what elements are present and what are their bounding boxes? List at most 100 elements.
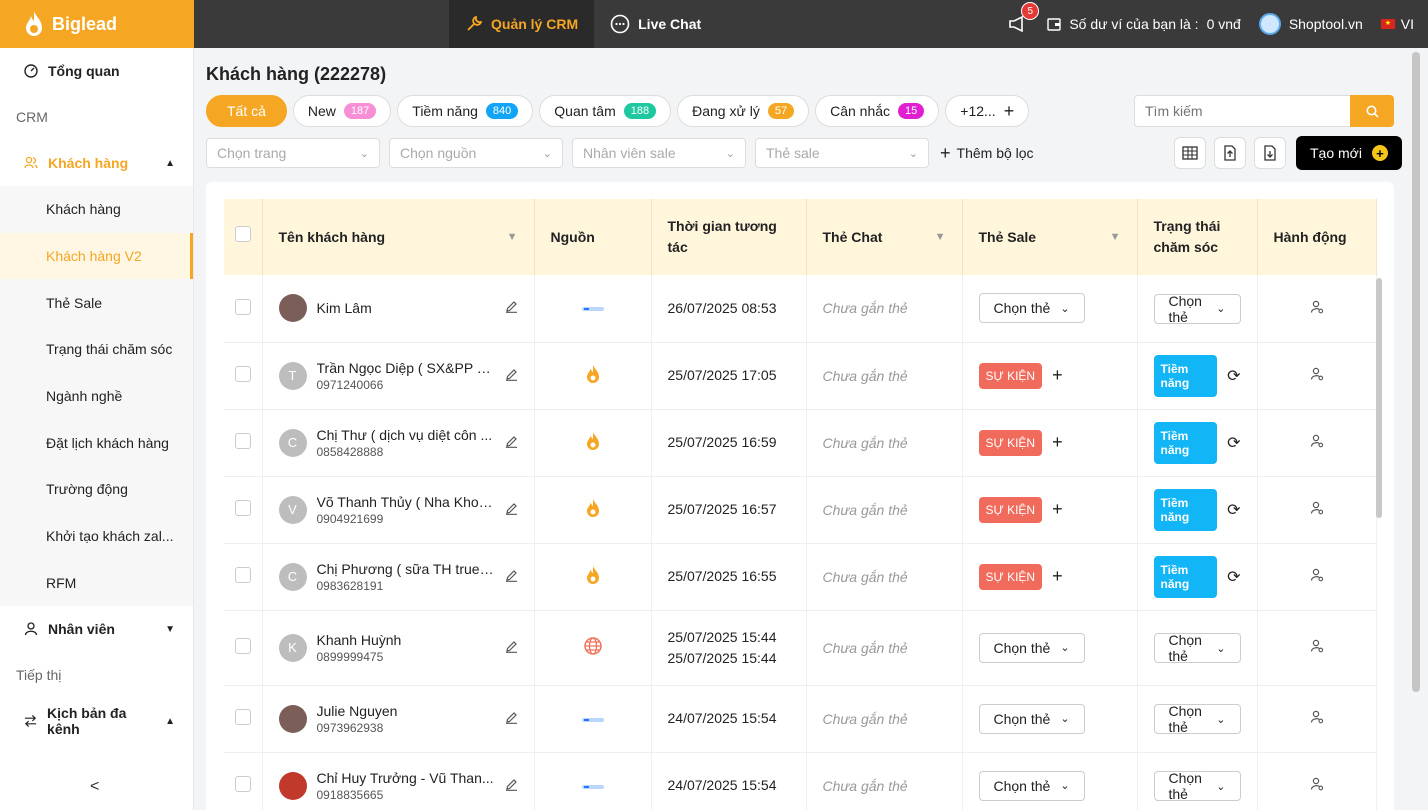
sidebar-subitem-6[interactable]: Trường động (0, 466, 193, 513)
page-scrollbar-thumb[interactable] (1412, 52, 1420, 692)
customer-name[interactable]: Chỉ Huy Trưởng - Vũ Than... (317, 770, 495, 786)
add-tag-plus-icon[interactable]: + (1052, 499, 1063, 520)
customer-name[interactable]: Julie Nguyen (317, 703, 495, 719)
sale-tag-badge[interactable]: SỰ KIỆN (978, 362, 1043, 389)
customer-name[interactable]: Khanh Huỳnh (317, 632, 495, 648)
care-status-badge[interactable]: Tiềm năng (1153, 555, 1218, 598)
choose-sale-tag-dropdown[interactable]: Chọn thẻ ⌄ (978, 770, 1085, 801)
refresh-icon[interactable]: ⟳ (1227, 366, 1240, 386)
care-status-badge[interactable]: Tiềm năng (1153, 421, 1218, 464)
assign-user-icon[interactable] (1309, 300, 1325, 318)
edit-pencil-icon[interactable] (505, 300, 518, 316)
row-checkbox[interactable] (235, 776, 251, 792)
brand-logo[interactable]: Biglead (0, 0, 194, 48)
filter-chip-2[interactable]: Tiềm năng 840 (397, 95, 534, 127)
assign-user-icon[interactable] (1309, 367, 1325, 385)
customer-name[interactable]: Chị Phương ( sữa TH true ... (317, 561, 495, 577)
page-scrollbar[interactable] (1406, 48, 1428, 810)
choose-sale-tag-dropdown[interactable]: Chọn thẻ ⌄ (978, 632, 1085, 663)
filter-funnel-icon[interactable]: ▼ (935, 227, 946, 248)
filter-select-1[interactable]: Chọn nguồn ⌄ (389, 138, 563, 168)
assign-user-icon[interactable] (1309, 777, 1325, 795)
edit-pencil-icon[interactable] (505, 711, 518, 727)
row-checkbox[interactable] (235, 567, 251, 583)
sidebar-subitem-7[interactable]: Khởi tạo khách zal... (0, 513, 193, 560)
table-row[interactable]: Chỉ Huy Trưởng - Vũ Than... 0918835665 24/… (224, 752, 1377, 810)
row-checkbox[interactable] (235, 638, 251, 654)
table-row[interactable]: Julie Nguyen 0973962938 24/07/2025 15:54 Ch… (224, 685, 1377, 753)
choose-status-dropdown[interactable]: Chọn thẻ ⌄ (1153, 703, 1241, 735)
top-tab-1[interactable]: Live Chat (594, 0, 717, 48)
sidebar-subitem-1[interactable]: Khách hàng V2 (0, 232, 193, 280)
row-checkbox[interactable] (235, 298, 251, 315)
user-menu[interactable]: Shoptool.vn (1258, 13, 1363, 35)
choose-status-dropdown[interactable]: Chọn thẻ ⌄ (1153, 770, 1241, 802)
table-row[interactable]: C Chị Phương ( sữa TH true ... 0983628191 2… (224, 543, 1377, 611)
import-button[interactable] (1214, 137, 1246, 169)
care-status-badge[interactable]: Tiềm năng (1153, 354, 1218, 397)
sale-tag-badge[interactable]: SỰ KIỆN (978, 496, 1043, 523)
create-new-button[interactable]: Tạo mới + (1296, 136, 1402, 170)
filter-funnel-icon[interactable]: ▼ (507, 227, 518, 248)
sidebar-subitem-2[interactable]: Thẻ Sale (0, 279, 193, 326)
assign-user-icon[interactable] (1309, 639, 1325, 657)
add-filter-button[interactable]: + Thêm bộ lọc (940, 143, 1034, 164)
table-scrollbar[interactable] (1376, 278, 1382, 518)
care-status-badge[interactable]: Tiềm năng (1153, 488, 1218, 531)
sidebar-subitem-8[interactable]: RFM (0, 560, 193, 607)
edit-pencil-icon[interactable] (505, 368, 518, 384)
row-checkbox[interactable] (235, 709, 251, 725)
add-tag-plus-icon[interactable]: + (1052, 365, 1063, 386)
select-all-checkbox[interactable] (235, 226, 251, 242)
refresh-icon[interactable]: ⟳ (1227, 500, 1240, 520)
customer-name[interactable]: Võ Thanh Thủy ( Nha Khoa ) (317, 494, 495, 510)
add-tag-plus-icon[interactable]: + (1052, 566, 1063, 587)
customer-name[interactable]: Trần Ngọc Diệp ( SX&PP h... (317, 360, 495, 376)
choose-sale-tag-dropdown[interactable]: Chọn thẻ ⌄ (978, 293, 1085, 324)
sidebar-item-omnichannel[interactable]: Kịch bản đa kênh ▲ (0, 698, 193, 744)
choose-sale-tag-dropdown[interactable]: Chọn thẻ ⌄ (978, 703, 1085, 734)
choose-status-dropdown[interactable]: Chọn thẻ ⌄ (1153, 293, 1241, 325)
filter-chip-3[interactable]: Quan tâm 188 (539, 95, 672, 127)
edit-pencil-icon[interactable] (505, 435, 518, 451)
sale-tag-badge[interactable]: SỰ KIỆN (978, 429, 1043, 456)
filter-chip-6[interactable]: +12... + (945, 95, 1030, 127)
filter-chip-1[interactable]: New 187 (292, 95, 392, 127)
assign-user-icon[interactable] (1309, 568, 1325, 586)
filter-select-2[interactable]: Nhân viên sale ⌄ (572, 138, 746, 168)
customer-name[interactable]: Chị Thư ( dịch vụ diệt côn ... (317, 427, 495, 443)
sidebar-item-customers[interactable]: Khách hàng ▲ (0, 140, 193, 186)
table-row[interactable]: T Trần Ngọc Diệp ( SX&PP h... 0971240066 25… (224, 342, 1377, 410)
column-settings-button[interactable] (1174, 137, 1206, 169)
refresh-icon[interactable]: ⟳ (1227, 567, 1240, 587)
filter-chip-0[interactable]: Tất cả (206, 95, 287, 127)
sidebar-subitem-5[interactable]: Đặt lịch khách hàng (0, 419, 193, 466)
search-input[interactable] (1134, 95, 1350, 127)
edit-pencil-icon[interactable] (505, 778, 518, 794)
notification-button[interactable]: 5 (1007, 2, 1040, 35)
sale-tag-badge[interactable]: SỰ KIỆN (978, 563, 1043, 590)
refresh-icon[interactable]: ⟳ (1227, 433, 1240, 453)
table-row[interactable]: C Chị Thư ( dịch vụ diệt côn ... 085842888… (224, 409, 1377, 477)
table-row[interactable]: Kim Lâm 26/07/2025 08:53 Chưa gắn thẻ Chọn … (224, 275, 1377, 343)
top-tab-0[interactable]: Quản lý CRM (449, 0, 595, 48)
assign-user-icon[interactable] (1309, 501, 1325, 519)
table-row[interactable]: V Võ Thanh Thủy ( Nha Khoa ) 0904921699 25/… (224, 476, 1377, 544)
choose-status-dropdown[interactable]: Chọn thẻ ⌄ (1153, 632, 1241, 664)
add-tag-plus-icon[interactable]: + (1052, 432, 1063, 453)
row-checkbox[interactable] (235, 433, 251, 449)
assign-user-icon[interactable] (1309, 710, 1325, 728)
collapse-sidebar-icon[interactable]: < (90, 778, 99, 796)
sidebar-subitem-3[interactable]: Trạng thái chăm sóc (0, 326, 193, 373)
filter-select-3[interactable]: Thẻ sale ⌄ (755, 138, 929, 168)
language-selector[interactable]: VI (1380, 16, 1414, 32)
row-checkbox[interactable] (235, 366, 251, 382)
sidebar-item-staff[interactable]: Nhân viên ▼ (0, 606, 193, 652)
export-button[interactable] (1254, 137, 1286, 169)
customer-name[interactable]: Kim Lâm (317, 300, 495, 316)
filter-chip-5[interactable]: Cân nhắc 15 (815, 95, 940, 127)
edit-pencil-icon[interactable] (505, 569, 518, 585)
search-button[interactable] (1350, 95, 1394, 127)
table-row[interactable]: K Khanh Huỳnh 0899999475 25/07/2025 15:44 25… (224, 610, 1377, 686)
sidebar-subitem-4[interactable]: Ngành nghề (0, 373, 193, 420)
